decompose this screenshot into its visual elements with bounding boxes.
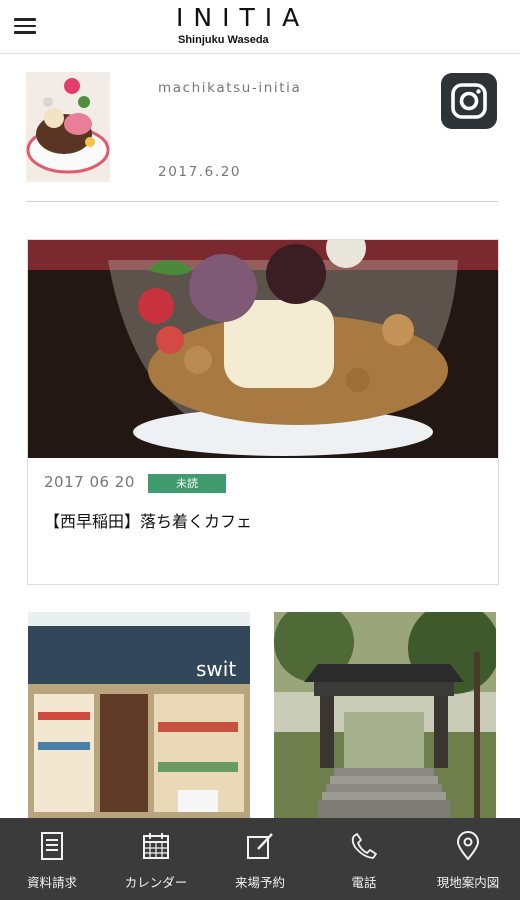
hamburger-menu-icon[interactable] — [14, 16, 38, 36]
edit-icon — [247, 833, 273, 859]
storefront-photo[interactable]: swit — [28, 612, 250, 822]
app-title: INITIA — [176, 3, 310, 32]
tab-label: 電話 — [351, 875, 377, 890]
tab-label: 現地案内図 — [436, 875, 500, 890]
tab-visit-reservation[interactable]: 来場予約 — [208, 818, 312, 900]
post-date: 2017 06 20 — [44, 473, 135, 491]
bottom-tab-bar: 資料請求 カレンダー 来場予約 電話 現地案内図 — [0, 818, 520, 900]
tab-label: カレンダー — [124, 875, 188, 890]
map-pin-icon — [456, 831, 480, 861]
profile-section: machikatsu-initia 2017.6.20 — [26, 72, 498, 202]
brand-logo: INITIA Shinjuku Waseda — [176, 3, 346, 53]
store-sign-text: swit — [196, 657, 236, 681]
calendar-icon — [143, 833, 169, 859]
unread-badge: 未読 — [148, 474, 226, 493]
tab-label: 来場予約 — [234, 875, 285, 890]
profile-thumbnail[interactable] — [26, 72, 110, 182]
tab-document-request[interactable]: 資料請求 — [0, 818, 104, 900]
profile-date: 2017.6.20 — [158, 164, 242, 180]
app-subtitle: Shinjuku Waseda — [178, 34, 269, 46]
post-title[interactable]: 【西早稲田】落ち着くカフェ — [44, 508, 252, 532]
tab-phone[interactable]: 電話 — [312, 818, 416, 900]
document-icon — [41, 832, 63, 860]
tab-calendar[interactable]: カレンダー — [104, 818, 208, 900]
instagram-account-name[interactable]: machikatsu-initia — [158, 80, 301, 96]
temple-gate-photo[interactable] — [274, 612, 496, 822]
app-header: INITIA Shinjuku Waseda — [0, 0, 520, 54]
tab-label: 資料請求 — [26, 875, 77, 890]
phone-icon — [351, 833, 377, 859]
post-card[interactable]: 2017 06 20 未読 【西早稲田】落ち着くカフェ — [27, 239, 499, 585]
tab-site-map[interactable]: 現地案内図 — [416, 818, 520, 900]
instagram-icon[interactable] — [441, 73, 497, 129]
parfait-photo — [28, 240, 498, 458]
